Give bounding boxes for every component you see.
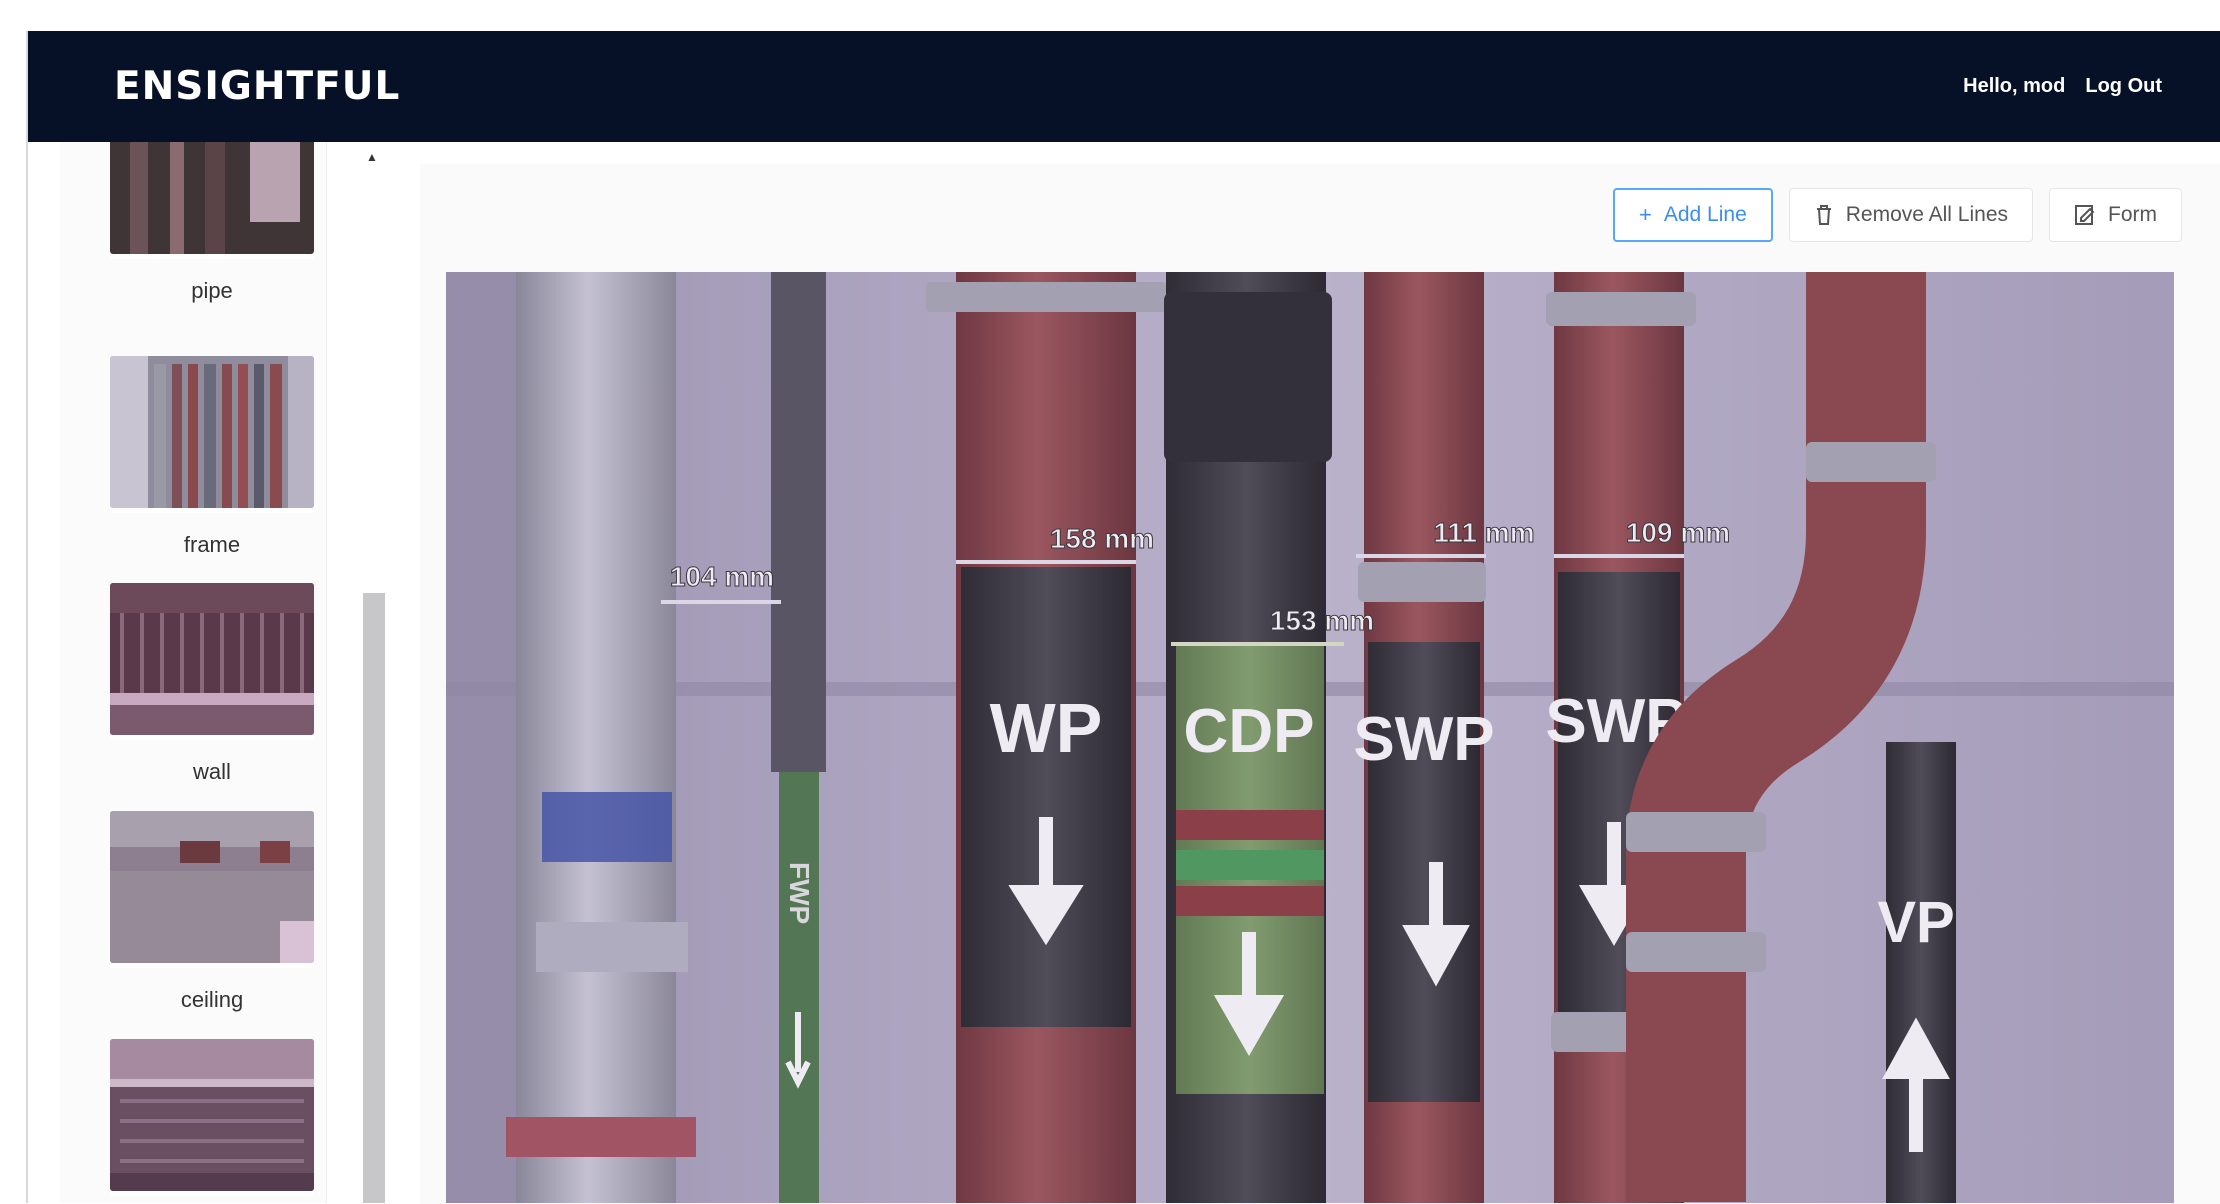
brand-logo[interactable]: ENSIGHTFUL — [114, 64, 400, 109]
measurement-toolbar: + Add Line Remove All Lines Form — [1612, 188, 2182, 242]
plus-icon: + — [1638, 202, 1652, 227]
add-line-button[interactable]: + Add Line — [1612, 188, 1773, 242]
form-button[interactable]: Form — [2049, 188, 2182, 242]
scrollbar-track[interactable]: ▲ — [354, 142, 385, 1203]
thumbnail-card[interactable]: frame — [110, 356, 314, 557]
remove-all-lines-button[interactable]: Remove All Lines — [1788, 188, 2033, 242]
thumbnail-image — [110, 811, 314, 963]
remove-all-lines-label: Remove All Lines — [1845, 203, 2008, 226]
thumbnail-image — [110, 356, 314, 508]
thumbnail-label: ceiling — [180, 987, 244, 1012]
image-category-sidebar[interactable]: pipe frame wall ceiling — [60, 142, 327, 1203]
photo-canvas: FWP WP CDP SWP SWP VP 104 mm 158 mm 153 … — [446, 272, 2174, 1203]
add-line-label: Add Line — [1663, 203, 1747, 226]
thumbnail-label: pipe — [191, 278, 233, 303]
greeting-text: Hello, mod — [1963, 75, 2066, 97]
thumbnail-card[interactable]: ceiling — [110, 811, 314, 1012]
thumbnail-image — [110, 142, 314, 254]
form-label: Form — [2108, 203, 2157, 226]
logout-link[interactable]: Log Out — [2085, 75, 2162, 98]
thumbnail-label: frame — [183, 532, 241, 557]
photo-tint — [446, 272, 2174, 1203]
thumbnail-card[interactable]: wall — [110, 583, 314, 784]
thumbnail-card[interactable]: pipe — [110, 142, 314, 303]
top-navbar: ENSIGHTFUL Hello, mod Log Out — [28, 31, 2220, 142]
scroll-up-arrow-icon[interactable]: ▲ — [366, 150, 378, 164]
thumbnail-image — [110, 583, 314, 735]
scrollbar-thumb[interactable] — [363, 593, 385, 1203]
form-edit-icon — [2075, 205, 2095, 225]
trash-icon — [1816, 205, 1831, 225]
thumbnail-label: wall — [193, 759, 231, 784]
annotated-pipe-photo[interactable]: FWP WP CDP SWP SWP VP 104 mm 158 mm 153 … — [446, 272, 2174, 1203]
thumbnail-card[interactable]: door — [110, 1039, 314, 1196]
user-menu: Hello, mod Log Out — [1963, 75, 2162, 98]
thumbnail-image — [110, 1039, 314, 1191]
